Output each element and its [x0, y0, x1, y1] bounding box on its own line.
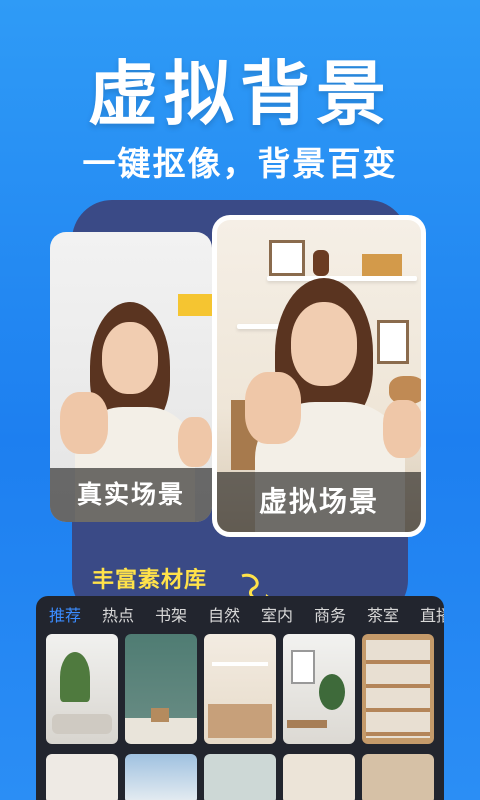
- page-title: 虚拟背景: [88, 53, 392, 135]
- background-thumbnail[interactable]: [362, 634, 434, 744]
- background-thumbnail[interactable]: [125, 754, 197, 800]
- background-thumbnail[interactable]: [46, 754, 118, 800]
- library-panel: 推荐 热点 书架 自然 室内 商务 茶室 直播: [36, 596, 444, 800]
- tab-recommend[interactable]: 推荐: [49, 602, 81, 630]
- tab-indoor[interactable]: 室内: [261, 602, 293, 630]
- tab-nature[interactable]: 自然: [208, 602, 240, 630]
- background-thumbnail[interactable]: [283, 754, 355, 800]
- virtual-scene-label: 虚拟场景: [217, 472, 421, 532]
- background-thumbnail[interactable]: [204, 754, 276, 800]
- background-thumbnail[interactable]: [125, 634, 197, 744]
- background-thumbnail[interactable]: [204, 634, 276, 744]
- category-tabs: 推荐 热点 书架 自然 室内 商务 茶室 直播: [36, 602, 444, 630]
- background-thumbnail[interactable]: [46, 634, 118, 744]
- tab-bookshelf[interactable]: 书架: [155, 602, 187, 630]
- real-scene-card: 真实场景: [50, 232, 212, 522]
- library-title: 丰富素材库: [92, 568, 208, 593]
- tab-live[interactable]: 直播: [420, 602, 444, 630]
- background-thumbnail[interactable]: [283, 634, 355, 744]
- tab-teahouse[interactable]: 茶室: [367, 602, 399, 630]
- tab-business[interactable]: 商务: [314, 602, 346, 630]
- background-thumbnail[interactable]: [362, 754, 434, 800]
- virtual-scene-card: 虚拟场景: [212, 215, 426, 537]
- page-subtitle: 一键抠像，背景百变: [82, 144, 398, 183]
- tab-hot[interactable]: 热点: [102, 602, 134, 630]
- real-scene-label: 真实场景: [50, 468, 212, 522]
